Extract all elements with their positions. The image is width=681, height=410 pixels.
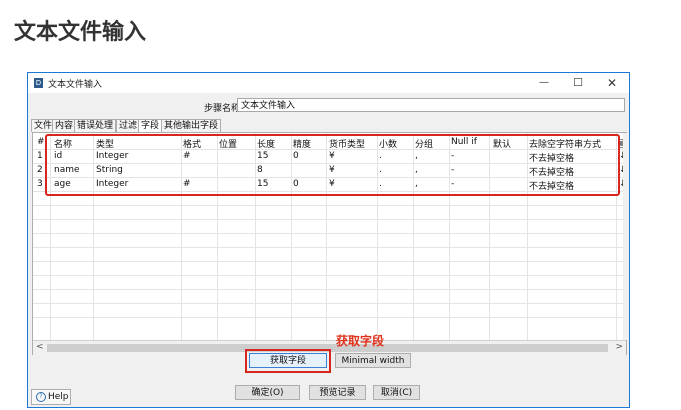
grid-row-line bbox=[33, 247, 623, 248]
vertical-scrollbar[interactable] bbox=[623, 133, 627, 340]
grid-row-line bbox=[33, 261, 623, 262]
tab-fields[interactable]: 字段 bbox=[138, 119, 163, 133]
grid-row-line bbox=[33, 303, 623, 304]
minimal-width-button[interactable]: Minimal width bbox=[335, 353, 411, 368]
preview-button[interactable]: 预览记录 bbox=[309, 385, 366, 400]
help-icon: ? bbox=[36, 391, 46, 402]
grid-row-line bbox=[33, 233, 623, 234]
header-row-number[interactable]: # bbox=[37, 137, 45, 147]
tab-content[interactable]: 内容 bbox=[52, 119, 77, 132]
tab-error-handling[interactable]: 错误处理 bbox=[74, 119, 117, 132]
ok-button[interactable]: 确定(O) bbox=[235, 385, 300, 400]
grid-row-line bbox=[33, 289, 623, 290]
help-button[interactable]: ? Help bbox=[31, 389, 71, 405]
tab-other-output-fields[interactable]: 其他输出字段 bbox=[161, 119, 222, 132]
step-name-input[interactable]: 文本文件输入 bbox=[237, 98, 625, 112]
maximize-button[interactable]: ☐ bbox=[567, 75, 589, 91]
grid-row-line bbox=[33, 219, 623, 220]
cell-row-number[interactable]: 3 bbox=[37, 179, 43, 189]
window-title: 文本文件输入 bbox=[48, 80, 103, 90]
close-button[interactable]: ✕ bbox=[601, 75, 623, 91]
fields-highlight-box bbox=[45, 134, 620, 196]
app-icon: D bbox=[34, 78, 43, 88]
minimize-button[interactable]: — bbox=[533, 75, 555, 91]
page-title: 文本文件输入 bbox=[14, 20, 147, 45]
get-fields-button[interactable]: 获取字段 bbox=[249, 353, 327, 368]
scroll-right-icon[interactable]: > bbox=[615, 342, 623, 352]
grid-row-line bbox=[33, 205, 623, 206]
get-fields-annotation: 获取字段 bbox=[336, 334, 385, 348]
title-bar[interactable]: D 文本文件输入 — ☐ ✕ bbox=[28, 73, 629, 93]
cell-row-number[interactable]: 1 bbox=[37, 151, 43, 161]
cell-row-number[interactable]: 2 bbox=[37, 165, 43, 175]
help-label: Help bbox=[48, 392, 69, 402]
cancel-button[interactable]: 取消(C) bbox=[373, 385, 420, 400]
step-name-label: 步骤名称 bbox=[204, 104, 241, 114]
dialog-window: D 文本文件输入 — ☐ ✕ 步骤名称 文本文件输入 文件 内容 错误处理 过滤… bbox=[27, 72, 630, 408]
grid-row-line bbox=[33, 317, 623, 318]
scroll-left-icon[interactable]: < bbox=[36, 342, 44, 352]
fields-panel: #名称类型格式位置长度精度货币类型小数分组Null if默认去除空字符串方式重1… bbox=[32, 132, 627, 355]
tab-filter[interactable]: 过滤 bbox=[116, 119, 141, 132]
grid-row-line bbox=[33, 275, 623, 276]
